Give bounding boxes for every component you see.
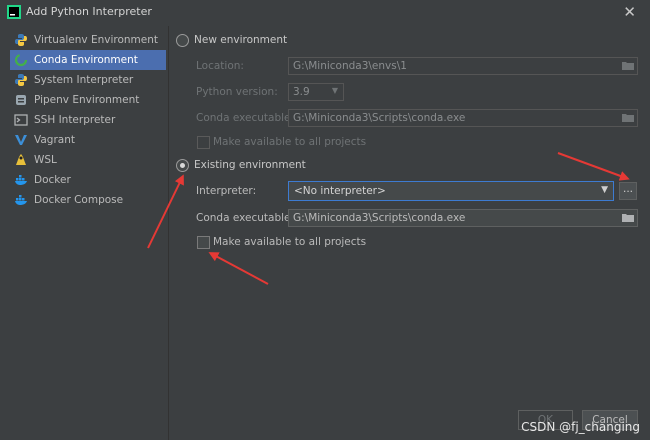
sidebar-item-vagrant[interactable]: Vagrant (10, 130, 166, 150)
watermark: CSDN @fj_changing (521, 420, 640, 434)
conda-executable-field[interactable]: G:\Miniconda3\Scripts\conda.exe (288, 209, 638, 227)
make-available-label: Make available to all projects (213, 236, 367, 248)
wsl-icon (16, 154, 26, 165)
sidebar-item-system[interactable]: System Interpreter (10, 70, 166, 90)
interpreter-combobox[interactable]: <No interpreter> ▼ (288, 181, 614, 201)
sidebar-item-label: SSH Interpreter (34, 114, 116, 126)
close-icon[interactable]: ✕ (623, 3, 636, 21)
conda-executable-label: Conda executable: (196, 112, 295, 124)
sidebar-item-label: Virtualenv Environment (34, 34, 159, 46)
pycharm-logo-icon (7, 5, 21, 19)
make-available-label-new: Make available to all projects (213, 136, 367, 148)
main-panel: New environment Location: G:\Miniconda3\… (168, 26, 650, 440)
python-version-select[interactable]: 3.9 ▼ (288, 83, 344, 101)
chevron-down-icon: ▼ (331, 86, 338, 95)
chevron-down-icon: ▼ (601, 185, 608, 195)
docker-icon (15, 175, 27, 185)
browse-interpreter-button[interactable]: ... (619, 182, 637, 200)
sidebar-item-wsl[interactable]: WSL (10, 150, 166, 170)
python-version-label: Python version: (196, 86, 278, 98)
window-title: Add Python Interpreter (26, 5, 152, 18)
sidebar-item-conda[interactable]: Conda Environment (10, 50, 166, 70)
existing-environment-radio[interactable] (176, 159, 189, 172)
new-environment-label: New environment (194, 34, 288, 46)
sidebar-item-label: Docker Compose (34, 194, 124, 206)
existing-environment-label: Existing environment (194, 159, 306, 171)
sidebar-item-label: Pipenv Environment (34, 94, 140, 106)
make-available-checkbox-new[interactable] (197, 136, 210, 149)
conda-icon (14, 53, 28, 67)
conda-executable-value: G:\Miniconda3\Scripts\conda.exe (293, 212, 466, 224)
sidebar-item-label: Vagrant (34, 134, 75, 146)
interpreter-value: <No interpreter> (294, 185, 386, 197)
folder-icon[interactable] (622, 61, 634, 70)
sidebar-item-ssh[interactable]: SSH Interpreter (10, 110, 166, 130)
docker-icon (15, 195, 27, 205)
sidebar-item-virtualenv[interactable]: Virtualenv Environment (10, 30, 166, 50)
vagrant-icon (15, 135, 27, 145)
conda-executable-field-new[interactable]: G:\Miniconda3\Scripts\conda.exe (288, 109, 638, 127)
sidebar: Virtualenv Environment Conda Environment… (0, 26, 169, 440)
folder-icon[interactable] (622, 113, 634, 122)
python-icon (15, 74, 27, 86)
pipenv-icon (16, 95, 26, 105)
sidebar-item-label: Conda Environment (34, 54, 138, 66)
python-version-value: 3.9 (293, 86, 310, 98)
make-available-checkbox[interactable] (197, 236, 210, 249)
folder-icon[interactable] (622, 213, 634, 222)
title-bar: Add Python Interpreter ✕ (0, 0, 650, 24)
python-icon (15, 34, 27, 46)
sidebar-item-label: System Interpreter (34, 74, 134, 86)
location-label: Location: (196, 60, 244, 72)
sidebar-item-docker-compose[interactable]: Docker Compose (10, 190, 166, 210)
location-value: G:\Miniconda3\envs\1 (293, 60, 407, 72)
conda-executable-label: Conda executable: (196, 212, 295, 224)
conda-executable-value: G:\Miniconda3\Scripts\conda.exe (293, 112, 466, 124)
ssh-icon (14, 114, 28, 126)
location-field[interactable]: G:\Miniconda3\envs\1 (288, 57, 638, 75)
sidebar-item-docker[interactable]: Docker (10, 170, 166, 190)
sidebar-item-label: WSL (34, 154, 57, 166)
interpreter-label: Interpreter: (196, 185, 257, 197)
new-environment-radio[interactable] (176, 34, 189, 47)
sidebar-item-label: Docker (34, 174, 71, 186)
sidebar-item-pipenv[interactable]: Pipenv Environment (10, 90, 166, 110)
